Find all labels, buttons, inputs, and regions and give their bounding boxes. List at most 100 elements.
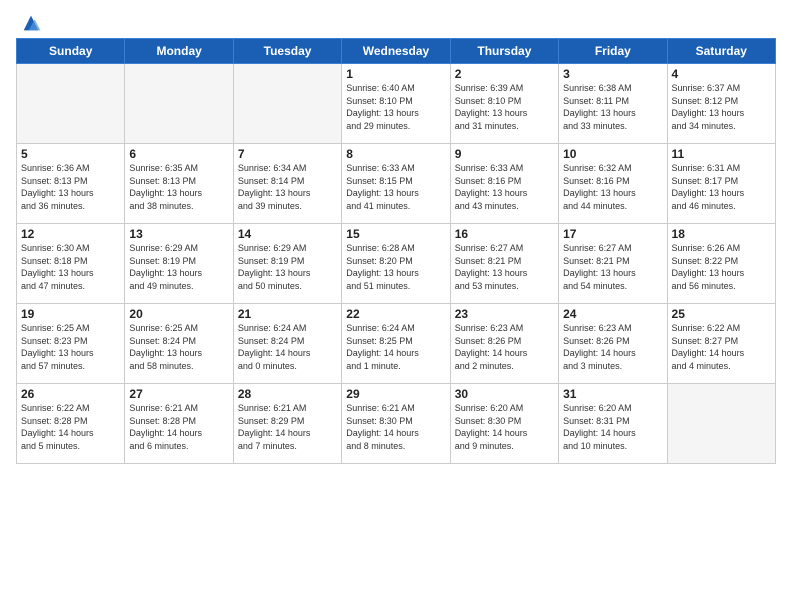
day-number: 13 <box>129 227 228 241</box>
calendar-cell: 5Sunrise: 6:36 AM Sunset: 8:13 PM Daylig… <box>17 144 125 224</box>
day-number: 3 <box>563 67 662 81</box>
day-number: 28 <box>238 387 337 401</box>
calendar-cell <box>17 64 125 144</box>
day-info: Sunrise: 6:21 AM Sunset: 8:29 PM Dayligh… <box>238 402 337 452</box>
day-number: 8 <box>346 147 445 161</box>
day-number: 2 <box>455 67 554 81</box>
weekday-header-tuesday: Tuesday <box>233 39 341 64</box>
day-number: 7 <box>238 147 337 161</box>
day-info: Sunrise: 6:27 AM Sunset: 8:21 PM Dayligh… <box>563 242 662 292</box>
day-info: Sunrise: 6:31 AM Sunset: 8:17 PM Dayligh… <box>672 162 771 212</box>
day-number: 19 <box>21 307 120 321</box>
day-info: Sunrise: 6:27 AM Sunset: 8:21 PM Dayligh… <box>455 242 554 292</box>
day-number: 23 <box>455 307 554 321</box>
calendar-week-row: 1Sunrise: 6:40 AM Sunset: 8:10 PM Daylig… <box>17 64 776 144</box>
calendar-cell: 7Sunrise: 6:34 AM Sunset: 8:14 PM Daylig… <box>233 144 341 224</box>
calendar-cell: 17Sunrise: 6:27 AM Sunset: 8:21 PM Dayli… <box>559 224 667 304</box>
day-number: 12 <box>21 227 120 241</box>
day-number: 1 <box>346 67 445 81</box>
calendar-week-row: 5Sunrise: 6:36 AM Sunset: 8:13 PM Daylig… <box>17 144 776 224</box>
weekday-header-thursday: Thursday <box>450 39 558 64</box>
day-info: Sunrise: 6:23 AM Sunset: 8:26 PM Dayligh… <box>563 322 662 372</box>
day-number: 16 <box>455 227 554 241</box>
day-number: 26 <box>21 387 120 401</box>
day-info: Sunrise: 6:28 AM Sunset: 8:20 PM Dayligh… <box>346 242 445 292</box>
calendar-cell: 23Sunrise: 6:23 AM Sunset: 8:26 PM Dayli… <box>450 304 558 384</box>
weekday-header-sunday: Sunday <box>17 39 125 64</box>
calendar-cell: 18Sunrise: 6:26 AM Sunset: 8:22 PM Dayli… <box>667 224 775 304</box>
calendar-cell: 28Sunrise: 6:21 AM Sunset: 8:29 PM Dayli… <box>233 384 341 464</box>
day-info: Sunrise: 6:33 AM Sunset: 8:15 PM Dayligh… <box>346 162 445 212</box>
day-info: Sunrise: 6:35 AM Sunset: 8:13 PM Dayligh… <box>129 162 228 212</box>
logo-icon <box>20 12 42 34</box>
calendar-cell: 31Sunrise: 6:20 AM Sunset: 8:31 PM Dayli… <box>559 384 667 464</box>
day-number: 11 <box>672 147 771 161</box>
calendar-week-row: 12Sunrise: 6:30 AM Sunset: 8:18 PM Dayli… <box>17 224 776 304</box>
weekday-header-friday: Friday <box>559 39 667 64</box>
weekday-header-wednesday: Wednesday <box>342 39 450 64</box>
day-info: Sunrise: 6:29 AM Sunset: 8:19 PM Dayligh… <box>238 242 337 292</box>
calendar-cell: 15Sunrise: 6:28 AM Sunset: 8:20 PM Dayli… <box>342 224 450 304</box>
day-number: 4 <box>672 67 771 81</box>
day-info: Sunrise: 6:21 AM Sunset: 8:28 PM Dayligh… <box>129 402 228 452</box>
day-number: 5 <box>21 147 120 161</box>
day-info: Sunrise: 6:38 AM Sunset: 8:11 PM Dayligh… <box>563 82 662 132</box>
day-info: Sunrise: 6:24 AM Sunset: 8:24 PM Dayligh… <box>238 322 337 372</box>
calendar-cell: 10Sunrise: 6:32 AM Sunset: 8:16 PM Dayli… <box>559 144 667 224</box>
weekday-header-monday: Monday <box>125 39 233 64</box>
calendar-cell: 24Sunrise: 6:23 AM Sunset: 8:26 PM Dayli… <box>559 304 667 384</box>
calendar-cell: 8Sunrise: 6:33 AM Sunset: 8:15 PM Daylig… <box>342 144 450 224</box>
day-info: Sunrise: 6:24 AM Sunset: 8:25 PM Dayligh… <box>346 322 445 372</box>
calendar-cell: 12Sunrise: 6:30 AM Sunset: 8:18 PM Dayli… <box>17 224 125 304</box>
day-number: 14 <box>238 227 337 241</box>
calendar-cell: 27Sunrise: 6:21 AM Sunset: 8:28 PM Dayli… <box>125 384 233 464</box>
day-number: 27 <box>129 387 228 401</box>
calendar-cell: 1Sunrise: 6:40 AM Sunset: 8:10 PM Daylig… <box>342 64 450 144</box>
calendar-cell: 11Sunrise: 6:31 AM Sunset: 8:17 PM Dayli… <box>667 144 775 224</box>
day-info: Sunrise: 6:36 AM Sunset: 8:13 PM Dayligh… <box>21 162 120 212</box>
calendar-week-row: 26Sunrise: 6:22 AM Sunset: 8:28 PM Dayli… <box>17 384 776 464</box>
calendar-cell: 26Sunrise: 6:22 AM Sunset: 8:28 PM Dayli… <box>17 384 125 464</box>
calendar-cell: 16Sunrise: 6:27 AM Sunset: 8:21 PM Dayli… <box>450 224 558 304</box>
calendar-cell: 6Sunrise: 6:35 AM Sunset: 8:13 PM Daylig… <box>125 144 233 224</box>
calendar-cell: 30Sunrise: 6:20 AM Sunset: 8:30 PM Dayli… <box>450 384 558 464</box>
day-info: Sunrise: 6:40 AM Sunset: 8:10 PM Dayligh… <box>346 82 445 132</box>
day-number: 15 <box>346 227 445 241</box>
weekday-header-row: SundayMondayTuesdayWednesdayThursdayFrid… <box>17 39 776 64</box>
calendar-cell: 13Sunrise: 6:29 AM Sunset: 8:19 PM Dayli… <box>125 224 233 304</box>
day-number: 20 <box>129 307 228 321</box>
day-number: 24 <box>563 307 662 321</box>
calendar-cell: 2Sunrise: 6:39 AM Sunset: 8:10 PM Daylig… <box>450 64 558 144</box>
day-number: 30 <box>455 387 554 401</box>
calendar-cell: 25Sunrise: 6:22 AM Sunset: 8:27 PM Dayli… <box>667 304 775 384</box>
day-number: 21 <box>238 307 337 321</box>
day-info: Sunrise: 6:21 AM Sunset: 8:30 PM Dayligh… <box>346 402 445 452</box>
calendar-cell: 19Sunrise: 6:25 AM Sunset: 8:23 PM Dayli… <box>17 304 125 384</box>
day-info: Sunrise: 6:37 AM Sunset: 8:12 PM Dayligh… <box>672 82 771 132</box>
day-number: 22 <box>346 307 445 321</box>
day-number: 31 <box>563 387 662 401</box>
day-info: Sunrise: 6:30 AM Sunset: 8:18 PM Dayligh… <box>21 242 120 292</box>
day-number: 25 <box>672 307 771 321</box>
day-number: 17 <box>563 227 662 241</box>
calendar-table: SundayMondayTuesdayWednesdayThursdayFrid… <box>16 38 776 464</box>
day-info: Sunrise: 6:25 AM Sunset: 8:24 PM Dayligh… <box>129 322 228 372</box>
calendar-cell: 3Sunrise: 6:38 AM Sunset: 8:11 PM Daylig… <box>559 64 667 144</box>
header <box>16 10 776 34</box>
calendar-cell: 9Sunrise: 6:33 AM Sunset: 8:16 PM Daylig… <box>450 144 558 224</box>
day-number: 9 <box>455 147 554 161</box>
day-info: Sunrise: 6:20 AM Sunset: 8:31 PM Dayligh… <box>563 402 662 452</box>
calendar-cell: 21Sunrise: 6:24 AM Sunset: 8:24 PM Dayli… <box>233 304 341 384</box>
calendar-week-row: 19Sunrise: 6:25 AM Sunset: 8:23 PM Dayli… <box>17 304 776 384</box>
calendar-cell <box>233 64 341 144</box>
day-info: Sunrise: 6:33 AM Sunset: 8:16 PM Dayligh… <box>455 162 554 212</box>
calendar-cell <box>667 384 775 464</box>
day-number: 18 <box>672 227 771 241</box>
weekday-header-saturday: Saturday <box>667 39 775 64</box>
day-info: Sunrise: 6:39 AM Sunset: 8:10 PM Dayligh… <box>455 82 554 132</box>
day-info: Sunrise: 6:29 AM Sunset: 8:19 PM Dayligh… <box>129 242 228 292</box>
calendar-cell: 29Sunrise: 6:21 AM Sunset: 8:30 PM Dayli… <box>342 384 450 464</box>
day-info: Sunrise: 6:22 AM Sunset: 8:27 PM Dayligh… <box>672 322 771 372</box>
day-info: Sunrise: 6:20 AM Sunset: 8:30 PM Dayligh… <box>455 402 554 452</box>
day-number: 10 <box>563 147 662 161</box>
